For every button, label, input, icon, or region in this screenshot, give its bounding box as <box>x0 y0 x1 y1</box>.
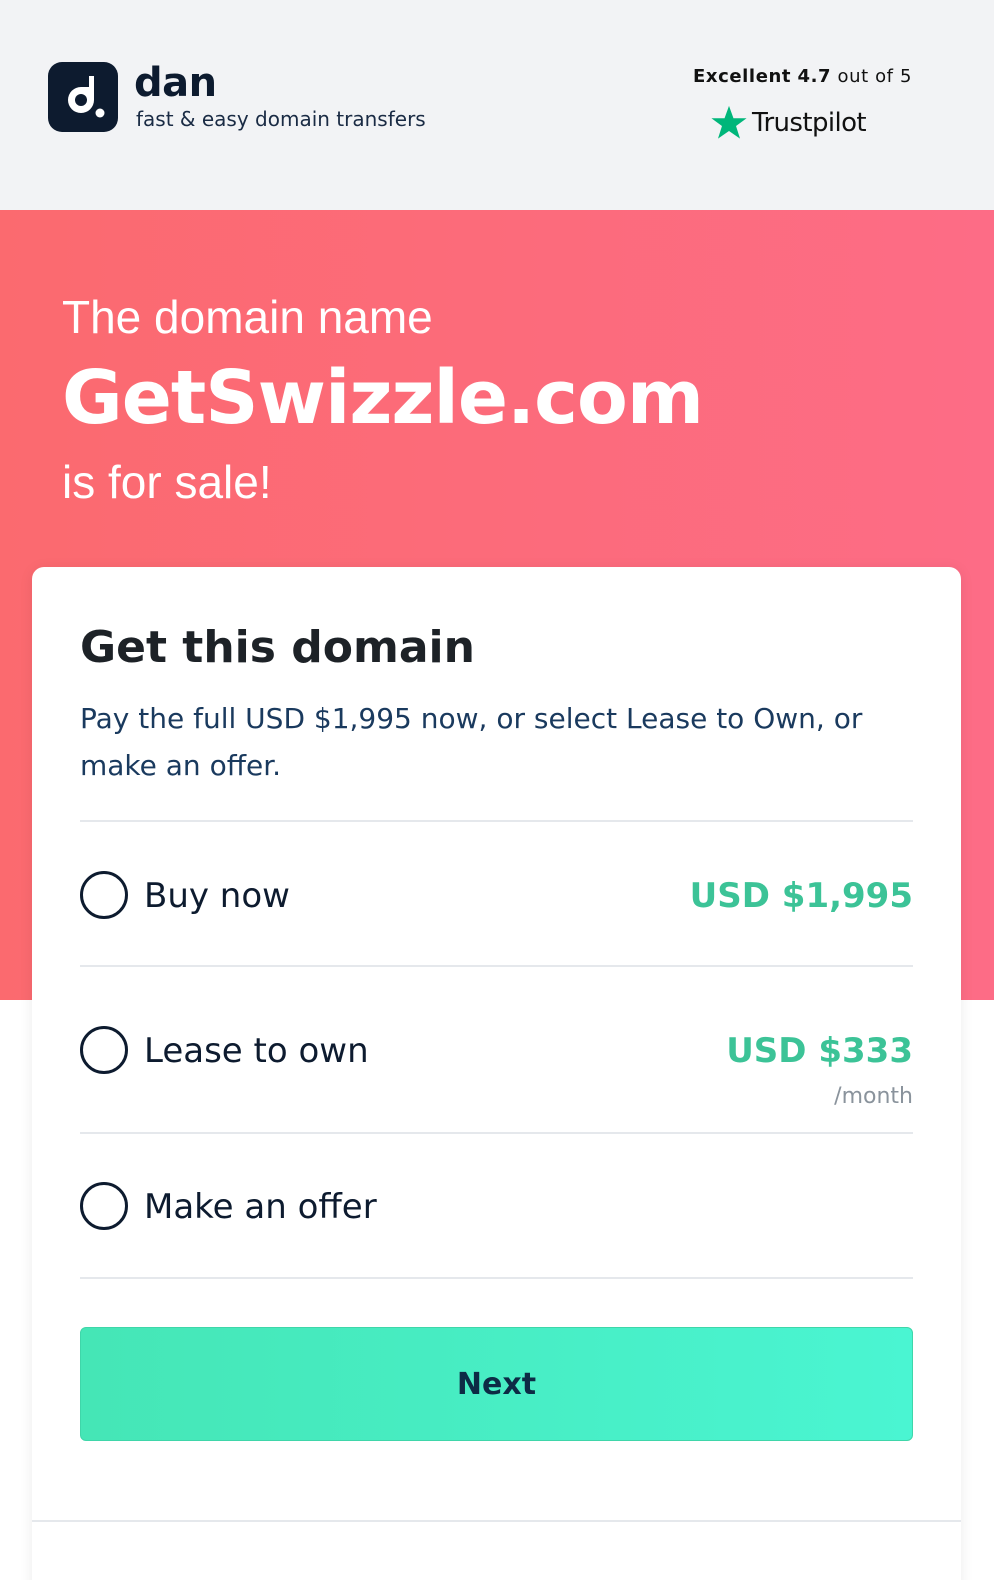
hero-for-sale: is for sale! <box>62 456 272 508</box>
option-buy-now[interactable]: Buy now USD $1,995 <box>80 871 913 921</box>
brand-tagline: fast & easy domain transfers <box>136 107 426 131</box>
radio-circle-icon[interactable] <box>80 1026 128 1074</box>
site-header: dan fast & easy domain transfers Excelle… <box>0 0 994 210</box>
option-lease-to-own[interactable]: Lease to own USD $333 /month <box>80 1026 913 1116</box>
hero-intro: The domain name <box>62 291 433 343</box>
radio-circle-icon[interactable] <box>80 1182 128 1230</box>
rating-prefix: Excellent <box>692 66 792 87</box>
option-price-period: /month <box>834 1084 913 1109</box>
card-title: Get this domain <box>80 622 475 673</box>
rating-suffix: out of 5 <box>837 66 912 87</box>
trustpilot-star-icon <box>711 105 747 139</box>
purchase-card: Get this domain Pay the full USD $1,995 … <box>32 567 961 1580</box>
next-button[interactable]: Next <box>80 1327 913 1441</box>
option-label: Make an offer <box>144 1187 377 1227</box>
divider <box>80 1277 913 1279</box>
rating-value: 4.7 <box>797 66 832 87</box>
divider <box>32 1520 961 1522</box>
radio-circle-icon[interactable] <box>80 871 128 919</box>
brand-name[interactable]: dan <box>134 60 217 106</box>
trustpilot-rating: Excellent 4.7 out of 5 <box>693 66 912 87</box>
option-price: USD $333 <box>726 1031 913 1071</box>
trustpilot-wordmark: Trustpilot <box>752 108 867 138</box>
card-description: Pay the full USD $1,995 now, or select L… <box>80 702 863 782</box>
divider <box>80 965 913 967</box>
divider <box>80 820 913 822</box>
domain-name-heading: GetSwizzle.com <box>62 355 704 441</box>
option-label: Lease to own <box>144 1031 369 1071</box>
dan-logo-icon[interactable] <box>48 62 118 132</box>
trustpilot-link[interactable]: Trustpilot <box>710 104 867 142</box>
option-make-offer[interactable]: Make an offer <box>80 1182 913 1232</box>
divider <box>80 1132 913 1134</box>
option-price: USD $1,995 <box>689 876 913 916</box>
option-label: Buy now <box>144 876 290 916</box>
